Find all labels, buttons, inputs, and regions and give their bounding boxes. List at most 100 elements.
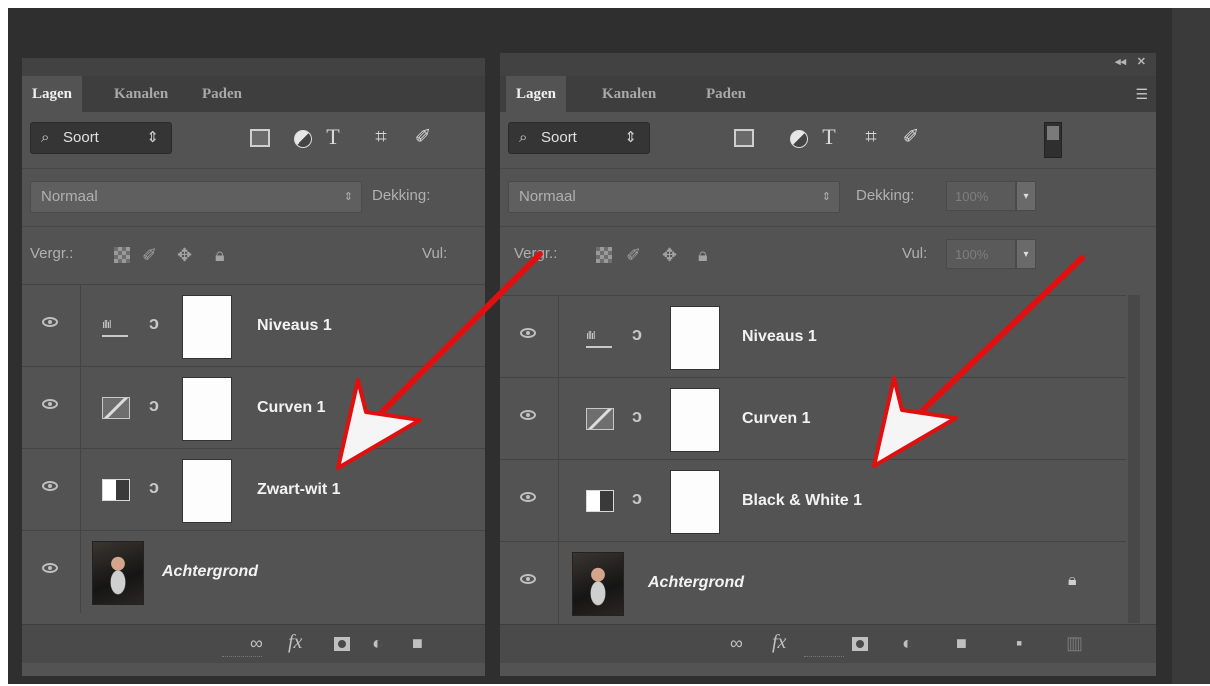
mask-icon[interactable]: [334, 637, 350, 651]
lock-all-icon[interactable]: 🔒︎: [698, 245, 708, 266]
panel-bottom-bar: ∞ fx ◐ ■ ▪ ▥: [500, 624, 1156, 663]
adjustment-icon[interactable]: ◐: [902, 633, 913, 654]
filter-row: ⌕ Soort ⇕ T ⌗ ✐: [500, 112, 1156, 168]
visibility-cell: [500, 296, 559, 378]
lock-pixels-icon[interactable]: ✐: [626, 245, 641, 266]
updown-icon: ⇕: [146, 129, 159, 146]
layer-row-black-white[interactable]: ↄ Zwart-wit 1: [22, 448, 485, 531]
layer-name[interactable]: Zwart-wit 1: [257, 449, 341, 531]
chain-link-icon[interactable]: ↄ: [149, 313, 159, 334]
filter-type-select[interactable]: ⌕ Soort ⇕: [508, 122, 650, 154]
tab-paths[interactable]: Paden: [192, 76, 252, 112]
eye-icon[interactable]: [520, 574, 536, 584]
lock-label: Vergr.:: [30, 245, 74, 262]
adjustment-icon[interactable]: ◐: [372, 633, 383, 654]
chain-link-icon[interactable]: ↄ: [632, 324, 642, 345]
filter-type-select[interactable]: ⌕ Soort ⇕: [30, 122, 172, 154]
eye-icon[interactable]: [520, 492, 536, 502]
tab-channels[interactable]: Kanalen: [592, 76, 666, 112]
layer-name[interactable]: Curven 1: [742, 378, 810, 460]
layer-name[interactable]: Achtergrond: [648, 542, 744, 624]
layer-name[interactable]: Niveaus 1: [257, 285, 332, 367]
lock-position-icon[interactable]: ✥: [177, 245, 192, 266]
background-thumbnail[interactable]: [92, 541, 144, 605]
layer-mask-thumbnail[interactable]: [182, 459, 232, 523]
tab-layers[interactable]: Lagen: [22, 76, 83, 112]
filter-toggle[interactable]: [1044, 122, 1062, 158]
resize-grip[interactable]: [222, 656, 262, 663]
eye-icon[interactable]: [520, 328, 536, 338]
opacity-input[interactable]: 100%: [946, 181, 1016, 211]
chain-link-icon[interactable]: ↄ: [149, 477, 159, 498]
text-filter-icon[interactable]: T: [818, 126, 840, 148]
background-thumbnail[interactable]: [572, 552, 624, 616]
layer-mask-thumbnail[interactable]: [670, 306, 720, 370]
fx-icon[interactable]: fx: [288, 631, 302, 654]
fill-dropdown-button[interactable]: ▾: [1016, 239, 1036, 269]
layer-mask-thumbnail[interactable]: [670, 388, 720, 452]
fill-input[interactable]: 100%: [946, 239, 1016, 269]
pixel-filter-icon[interactable]: [734, 129, 754, 147]
adjustment-filter-icon[interactable]: [294, 130, 312, 148]
blend-mode-select[interactable]: Normaal ⇕: [30, 181, 362, 213]
new-layer-icon[interactable]: ▪: [1016, 633, 1022, 654]
smart-object-filter-icon[interactable]: ✐: [900, 126, 922, 148]
opacity-label: Dekking:: [372, 187, 431, 204]
lock-transparency-icon[interactable]: [596, 247, 612, 263]
resize-grip[interactable]: [804, 656, 844, 663]
mask-icon[interactable]: [852, 637, 868, 651]
updown-icon: ⇕: [624, 129, 637, 146]
layer-name[interactable]: Achtergrond: [162, 531, 258, 613]
layer-mask-thumbnail[interactable]: [182, 377, 232, 441]
shape-filter-icon[interactable]: ⌗: [860, 126, 882, 148]
lock-position-icon[interactable]: ✥: [662, 245, 677, 266]
smart-object-filter-icon[interactable]: ✐: [412, 126, 434, 148]
layer-row-curves[interactable]: ↄ Curven 1: [22, 366, 485, 449]
lock-pixels-icon[interactable]: ✐: [142, 245, 157, 266]
tab-layers[interactable]: Lagen: [506, 76, 567, 112]
visibility-cell: [500, 542, 559, 624]
link-icon[interactable]: ∞: [250, 633, 263, 654]
layer-scrollbar[interactable]: [1128, 295, 1140, 623]
layer-name[interactable]: Curven 1: [257, 367, 325, 449]
opacity-dropdown-button[interactable]: ▾: [1016, 181, 1036, 211]
link-icon[interactable]: ∞: [730, 633, 743, 654]
shape-filter-icon[interactable]: ⌗: [370, 126, 392, 148]
blend-mode-select[interactable]: Normaal ⇕: [508, 181, 840, 213]
layer-row-background[interactable]: Achtergrond: [22, 530, 485, 613]
eye-icon[interactable]: [520, 410, 536, 420]
chain-link-icon[interactable]: ↄ: [149, 395, 159, 416]
layer-name[interactable]: Niveaus 1: [742, 296, 817, 378]
eye-icon[interactable]: [42, 317, 58, 327]
folder-icon[interactable]: ■: [412, 633, 423, 654]
trash-icon[interactable]: ▥: [1066, 633, 1083, 654]
lock-all-icon[interactable]: 🔒︎: [215, 245, 225, 266]
layer-row-black-white[interactable]: ↄ Black & White 1: [500, 459, 1126, 542]
layer-name[interactable]: Black & White 1: [742, 460, 862, 542]
eye-icon[interactable]: [42, 399, 58, 409]
text-filter-icon[interactable]: T: [322, 126, 344, 148]
eye-icon[interactable]: [42, 563, 58, 573]
visibility-cell: [500, 378, 559, 460]
chain-link-icon[interactable]: ↄ: [632, 488, 642, 509]
pixel-filter-icon[interactable]: [250, 129, 270, 147]
layers-panel-left: Lagen Kanalen Paden ⌕ Soort ⇕ T ⌗ ✐ Norm…: [22, 58, 485, 676]
layer-row-background[interactable]: Achtergrond 🔒︎: [500, 541, 1126, 624]
layer-row-levels[interactable]: ıllıl ↄ Niveaus 1: [500, 295, 1126, 378]
layer-row-curves[interactable]: ↄ Curven 1: [500, 377, 1126, 460]
adjustment-filter-icon[interactable]: [790, 130, 808, 148]
tab-paths[interactable]: Paden: [696, 76, 756, 112]
eye-icon[interactable]: [42, 481, 58, 491]
layer-mask-thumbnail[interactable]: [182, 295, 232, 359]
layer-mask-thumbnail[interactable]: [670, 470, 720, 534]
lock-transparency-icon[interactable]: [114, 247, 130, 263]
close-icon[interactable]: ✕: [1137, 55, 1146, 68]
layer-row-levels[interactable]: ıllıl ↄ Niveaus 1: [22, 284, 485, 367]
collapse-icon[interactable]: ◂◂: [1115, 55, 1126, 68]
tab-channels[interactable]: Kanalen: [104, 76, 178, 112]
folder-icon[interactable]: ■: [956, 633, 967, 654]
fx-icon[interactable]: fx: [772, 631, 786, 654]
levels-icon: ıllıl: [102, 315, 128, 337]
chain-link-icon[interactable]: ↄ: [632, 406, 642, 427]
panel-menu-icon[interactable]: ☰: [1135, 86, 1148, 103]
